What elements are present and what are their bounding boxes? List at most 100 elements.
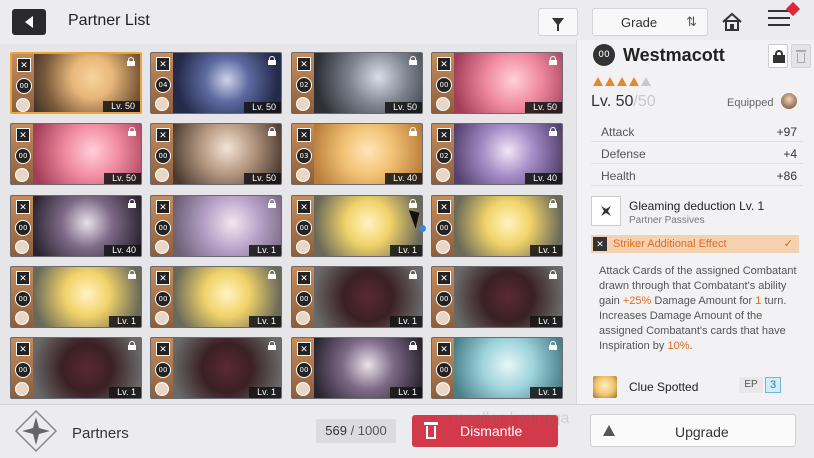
lock-body bbox=[268, 203, 276, 208]
equipped-avatar bbox=[15, 240, 29, 254]
card-rank: 00 bbox=[16, 78, 32, 94]
card-rank: 00 bbox=[436, 77, 452, 93]
role-icon: ✕ bbox=[437, 57, 451, 71]
home-button[interactable] bbox=[718, 9, 746, 35]
card-rank: 04 bbox=[155, 77, 171, 93]
stat-value: +4 bbox=[783, 147, 797, 161]
partner-card[interactable]: ✕ 00 Lv. 50 bbox=[431, 52, 563, 114]
role-icon: ✕ bbox=[297, 200, 311, 214]
partner-card[interactable]: ✕ 02 Lv. 40 bbox=[431, 123, 563, 185]
partner-card[interactable]: ✕ 00 Lv. 1 bbox=[10, 266, 142, 328]
equipped-avatar bbox=[155, 240, 169, 254]
lock-body bbox=[268, 131, 276, 136]
partner-card[interactable]: ✕ 04 Lv. 50 bbox=[150, 52, 282, 114]
lock-icon bbox=[128, 199, 136, 208]
lock-icon bbox=[549, 127, 557, 136]
menu-icon-line bbox=[768, 24, 790, 26]
partner-card[interactable]: ✕ 00 Lv. 1 bbox=[431, 195, 563, 257]
trash-icon-can bbox=[797, 53, 805, 63]
partner-card[interactable]: ✕ 03 Lv. 40 bbox=[291, 123, 423, 185]
equipped-avatar bbox=[436, 311, 450, 325]
partner-card[interactable]: ✕ 00 Lv. 50 bbox=[150, 123, 282, 185]
lock-icon bbox=[549, 56, 557, 65]
role-icon: ✕ bbox=[156, 200, 170, 214]
partner-card[interactable]: ✕ 00 Lv. 50 bbox=[10, 123, 142, 185]
stat-row: Health +86 bbox=[591, 164, 803, 186]
equipped-avatar bbox=[296, 168, 310, 182]
partner-card[interactable]: ✕ 00 Lv. 40 bbox=[10, 195, 142, 257]
card-rank: 02 bbox=[436, 148, 452, 164]
trash-icon bbox=[796, 50, 806, 52]
card-rank: 00 bbox=[155, 362, 171, 378]
lock-icon bbox=[268, 270, 276, 279]
card-level: Lv. 1 bbox=[390, 316, 422, 327]
lock-body bbox=[409, 345, 417, 350]
equipped-avatar bbox=[15, 168, 29, 182]
back-arrow-icon bbox=[25, 16, 33, 28]
cursor-indicator bbox=[419, 225, 426, 232]
lock-body bbox=[268, 60, 276, 65]
card-level: Lv. 40 bbox=[385, 173, 422, 184]
equipped-avatar bbox=[16, 98, 30, 112]
partner-card[interactable]: ✕ 00 Lv. 1 bbox=[10, 337, 142, 399]
main-menu-button[interactable] bbox=[768, 1, 801, 34]
upgrade-button[interactable]: Upgrade bbox=[590, 414, 796, 447]
partner-passive[interactable]: Gleaming deduction Lv. 1 Partner Passive… bbox=[591, 196, 803, 232]
card-rank: 00 bbox=[155, 291, 171, 307]
watermark: mseller / waraga bbox=[452, 410, 570, 427]
role-icon: ✕ bbox=[156, 271, 170, 285]
partner-detail-panel: 00 Westmacott Lv. 50/50 Equipped Attack +… bbox=[576, 40, 814, 404]
upgrade-arrow-icon bbox=[603, 425, 615, 436]
lock-button[interactable] bbox=[768, 44, 788, 68]
sort-order-icon[interactable]: ⇅ bbox=[686, 14, 697, 30]
lock-body bbox=[549, 345, 557, 350]
striker-effect-row[interactable]: ✕ Striker Additional Effect ✓ bbox=[591, 235, 799, 253]
partner-card[interactable]: ✕ 00 Lv. 1 bbox=[291, 195, 423, 257]
card-level: Lv. 1 bbox=[390, 387, 422, 398]
partner-card[interactable]: ✕ 00 Lv. 1 bbox=[291, 337, 423, 399]
notification-badge bbox=[785, 1, 801, 17]
lock-body bbox=[549, 274, 557, 279]
delete-button[interactable] bbox=[791, 44, 811, 68]
sparkle-icon bbox=[596, 201, 616, 221]
card-rank: 00 bbox=[155, 220, 171, 236]
rank-badge: 00 bbox=[593, 44, 615, 66]
partner-card[interactable]: ✕ 00 Lv. 1 bbox=[150, 195, 282, 257]
equipped-character-avatar[interactable] bbox=[781, 93, 797, 109]
lock-body bbox=[128, 203, 136, 208]
top-bar: Partner List Grade ⇅ bbox=[0, 0, 814, 44]
home-icon bbox=[722, 12, 742, 31]
grade-sort-dropdown[interactable]: Grade ⇅ bbox=[592, 8, 708, 36]
role-icon: ✕ bbox=[437, 342, 451, 356]
desc-highlight: +25% bbox=[622, 295, 652, 307]
lock-icon bbox=[128, 127, 136, 136]
clue-card-row[interactable]: Clue Spotted EP 3 bbox=[591, 374, 803, 400]
lock-body bbox=[409, 60, 417, 65]
card-level: Lv. 50 bbox=[104, 173, 141, 184]
partner-card[interactable]: ✕ 00 Lv. 1 bbox=[431, 266, 563, 328]
partner-card[interactable]: ✕ 00 Lv. 1 bbox=[150, 337, 282, 399]
partner-card[interactable]: ✕ 00 Lv. 50 bbox=[10, 52, 142, 114]
partner-card[interactable]: ✕ 00 Lv. 1 bbox=[431, 337, 563, 399]
lock-icon bbox=[128, 341, 136, 350]
ep-value: 3 bbox=[765, 377, 781, 393]
partner-card[interactable]: ✕ 00 Lv. 1 bbox=[291, 266, 423, 328]
equipped-avatar bbox=[15, 311, 29, 325]
lock-icon bbox=[268, 341, 276, 350]
equipped-avatar bbox=[436, 97, 450, 111]
star-icon bbox=[593, 77, 603, 86]
partner-card[interactable]: ✕ 02 Lv. 50 bbox=[291, 52, 423, 114]
filter-button[interactable] bbox=[538, 8, 578, 36]
trash-can bbox=[426, 426, 436, 439]
role-icon: ✕ bbox=[437, 271, 451, 285]
equipped-avatar bbox=[296, 311, 310, 325]
star-icon bbox=[641, 77, 651, 86]
trash-lid bbox=[424, 422, 438, 425]
role-icon: ✕ bbox=[156, 342, 170, 356]
card-level: Lv. 50 bbox=[103, 101, 140, 112]
lock-body bbox=[268, 345, 276, 350]
partner-card[interactable]: ✕ 00 Lv. 1 bbox=[150, 266, 282, 328]
card-level: Lv. 50 bbox=[244, 173, 281, 184]
back-button[interactable] bbox=[12, 9, 46, 35]
bottom-bar: Partners 569 / 1000 Dismantle Upgrade bbox=[0, 404, 814, 458]
